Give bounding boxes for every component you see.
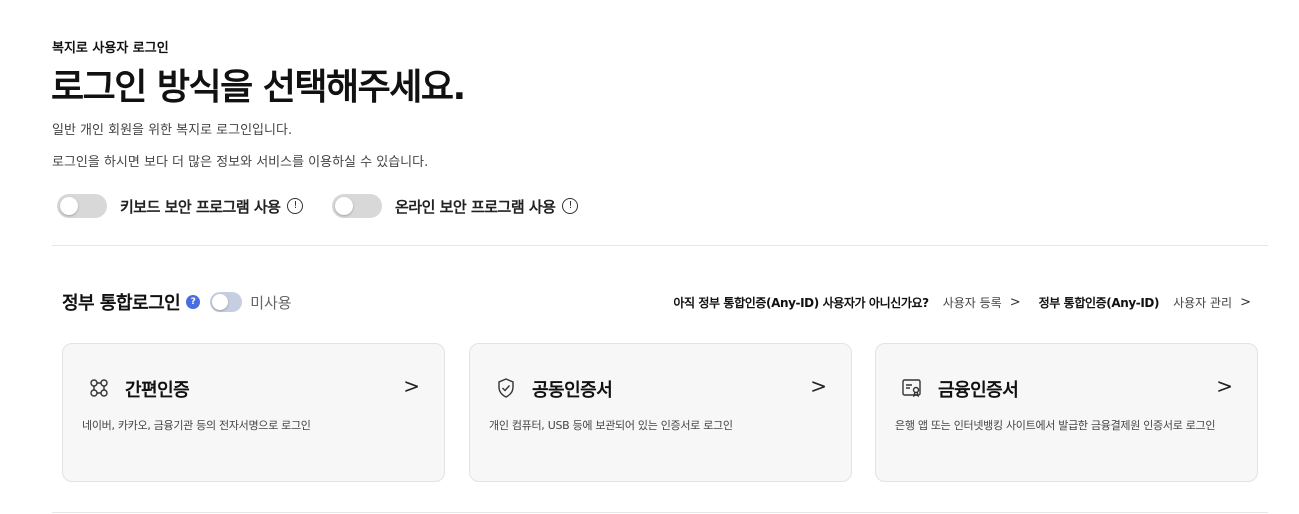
online-security-label: 온라인 보안 프로그램 사용 xyxy=(395,197,556,216)
switch-knob xyxy=(335,197,353,215)
gov-login-switch[interactable] xyxy=(210,292,243,312)
info-icon[interactable]: ! xyxy=(562,198,579,214)
card-description: 은행 앱 또는 인터넷뱅킹 사이트에서 발급한 금융결제원 인증서로 로그인 xyxy=(895,419,1216,432)
online-security-switch[interactable] xyxy=(332,194,382,218)
card-description: 네이버, 카카오, 금융기관 등의 전자서명으로 로그인 xyxy=(82,419,311,432)
gov-login-title: 정부 통합로그인 xyxy=(62,293,181,314)
keyboard-security-toggle-row: 키보드 보안 프로그램 사용 ! xyxy=(57,194,304,218)
card-title: 금융인증서 xyxy=(938,380,1019,401)
page-title: 로그인 방식을 선택해주세요. xyxy=(51,67,466,108)
online-security-toggle-row: 온라인 보안 프로그램 사용 ! xyxy=(332,194,579,218)
help-icon[interactable]: ? xyxy=(186,295,201,309)
page-description-2: 로그인을 하시면 보다 더 많은 정보와 서비스를 이용하실 수 있습니다. xyxy=(52,155,429,170)
user-manage-link[interactable]: 사용자 관리 xyxy=(1173,294,1232,311)
card-financial-certificate[interactable]: 금융인증서 > 은행 앱 또는 인터넷뱅킹 사이트에서 발급한 금융결제원 인증… xyxy=(875,343,1258,482)
divider xyxy=(52,512,1268,513)
chevron-right-icon: > xyxy=(1216,374,1233,398)
chevron-right-icon: > xyxy=(403,374,420,398)
info-icon[interactable]: ! xyxy=(287,198,304,214)
any-id-question: 아직 정부 통합인증(Any-ID) 사용자가 아니신가요? xyxy=(673,296,929,310)
keyboard-security-switch[interactable] xyxy=(57,194,107,218)
card-title: 간편인증 xyxy=(125,380,190,401)
simple-auth-icon xyxy=(90,379,108,397)
page-eyebrow: 복지로 사용자 로그인 xyxy=(52,41,169,56)
certificate-icon xyxy=(902,379,921,398)
card-title: 공동인증서 xyxy=(532,380,613,401)
card-joint-certificate[interactable]: 공동인증서 > 개인 컴퓨터, USB 등에 보관되어 있는 인증서로 로그인 xyxy=(469,343,852,482)
page-description-1: 일반 개인 회원을 위한 복지로 로그인입니다. xyxy=(52,123,293,138)
divider xyxy=(52,245,1268,246)
card-simple-auth[interactable]: 간편인증 > 네이버, 카카오, 금융기관 등의 전자서명으로 로그인 xyxy=(62,343,445,482)
chevron-right-icon[interactable]: > xyxy=(1010,295,1021,310)
gov-login-links: 아직 정부 통합인증(Any-ID) 사용자가 아니신가요? 사용자 등록 > … xyxy=(673,294,1251,311)
switch-knob xyxy=(212,294,229,310)
card-description: 개인 컴퓨터, USB 등에 보관되어 있는 인증서로 로그인 xyxy=(489,419,733,432)
shield-check-icon xyxy=(498,378,514,398)
chevron-right-icon[interactable]: > xyxy=(1240,295,1251,310)
any-id-label: 정부 통합인증(Any-ID) xyxy=(1038,296,1160,310)
chevron-right-icon: > xyxy=(810,374,827,398)
keyboard-security-label: 키보드 보안 프로그램 사용 xyxy=(120,197,281,216)
user-register-link[interactable]: 사용자 등록 xyxy=(943,294,1002,311)
switch-knob xyxy=(60,197,78,215)
gov-login-header: 정부 통합로그인 ? 미사용 xyxy=(62,289,292,315)
gov-login-status: 미사용 xyxy=(250,293,292,312)
